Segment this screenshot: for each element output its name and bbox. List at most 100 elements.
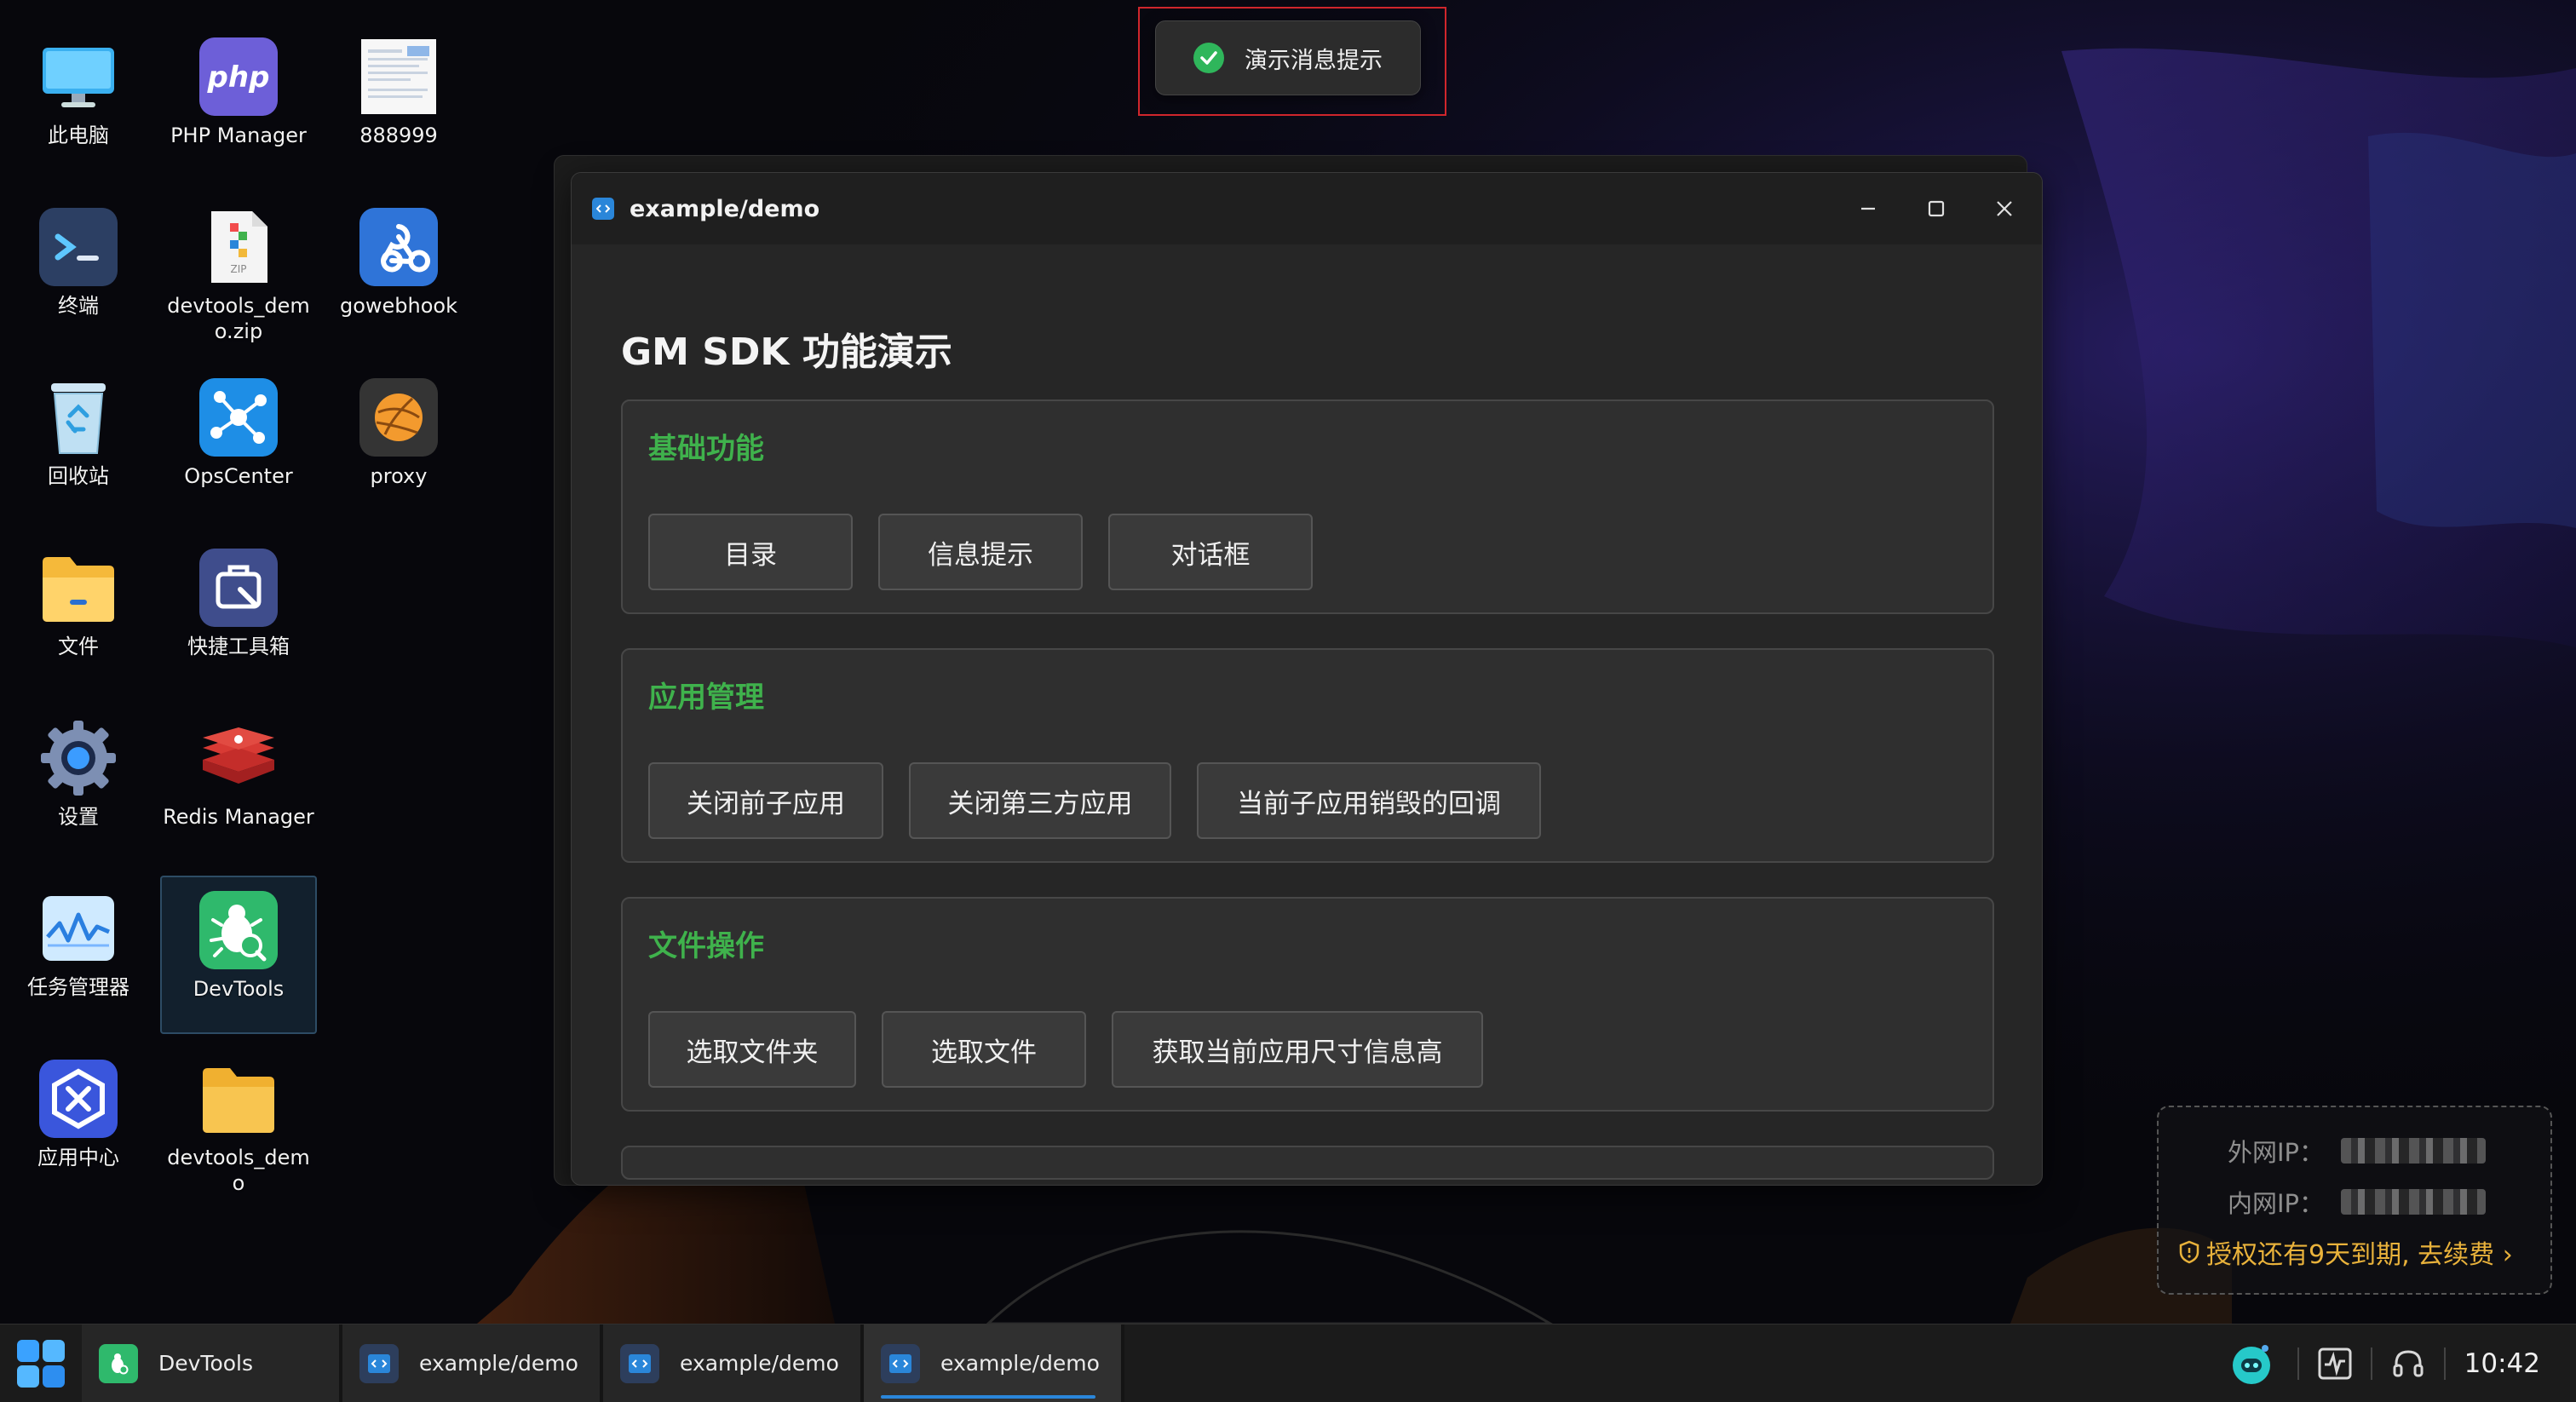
dialog-button[interactable]: 对话框 bbox=[1108, 514, 1313, 590]
close-button[interactable] bbox=[1987, 192, 2021, 226]
assistant-robot-icon[interactable] bbox=[2228, 1340, 2275, 1388]
code-window-icon bbox=[359, 1343, 399, 1383]
network-nodes-icon bbox=[199, 378, 278, 457]
window-content: GM SDK 功能演示 基础功能 目录 信息提示 对话框 应用管理 关闭前子应用… bbox=[572, 330, 2042, 1180]
desktop-icon-label: OpsCenter bbox=[184, 464, 293, 488]
external-ip-label: 外网IP： bbox=[2227, 1138, 2324, 1167]
folder-icon bbox=[39, 549, 118, 627]
desktop-icon-label: 终端 bbox=[58, 294, 99, 318]
desktop-icon-app-center[interactable]: 应用中心 bbox=[0, 1060, 157, 1170]
window-titlebar[interactable]: example/demo bbox=[572, 173, 2042, 244]
desktop-icon-devtools-demo-zip[interactable]: ZIP devtools_demo.zip bbox=[160, 208, 317, 344]
license-text: 授权还有9天到期, 去续费 › bbox=[2206, 1240, 2513, 1270]
tray-divider bbox=[2297, 1347, 2299, 1380]
shield-icon bbox=[2179, 1240, 2199, 1264]
desktop-icon-label: DevTools bbox=[193, 977, 285, 1001]
monitor-icon bbox=[39, 37, 118, 116]
taskbar-item-label: example/demo bbox=[940, 1351, 1100, 1376]
maximize-button[interactable] bbox=[1919, 192, 1953, 226]
system-tray: 10:42 bbox=[2228, 1324, 2576, 1402]
taskbar-item-label: example/demo bbox=[680, 1351, 839, 1376]
desktop-icon-settings[interactable]: 设置 bbox=[0, 719, 157, 830]
message-tip-button[interactable]: 信息提示 bbox=[878, 514, 1083, 590]
toast-message: 演示消息提示 bbox=[1245, 47, 1383, 74]
desktop-icon-recycle-bin[interactable]: 回收站 bbox=[0, 378, 157, 489]
desktop-icon-label: 设置 bbox=[58, 805, 99, 829]
taskbar-item-label: example/demo bbox=[419, 1351, 578, 1376]
desktop-icon-label: 快捷工具箱 bbox=[187, 635, 290, 658]
close-current-subapp-button[interactable]: 关闭前子应用 bbox=[648, 762, 883, 839]
license-renew-link[interactable]: 授权还有9天到期, 去续费 › bbox=[2179, 1233, 2513, 1271]
close-third-party-app-button[interactable]: 关闭第三方应用 bbox=[909, 762, 1171, 839]
desktop-icon-label: 回收站 bbox=[48, 464, 109, 488]
button-row: 选取文件夹 选取文件 获取当前应用尺寸信息高 bbox=[648, 1011, 1967, 1088]
network-info-widget: 外网IP： 内网IP： 授权还有9天到期, 去续费 › bbox=[2157, 1106, 2552, 1295]
internal-ip-row: 内网IP： bbox=[2228, 1184, 2486, 1220]
minimize-button[interactable] bbox=[1851, 192, 1885, 226]
desktop-icon-redis-manager[interactable]: Redis Manager bbox=[160, 719, 317, 830]
recycle-bin-icon bbox=[39, 378, 118, 457]
desktop-icon-label: 文件 bbox=[58, 635, 99, 658]
desktop-icon-opscenter[interactable]: OpsCenter bbox=[160, 378, 317, 489]
desktop-icon-terminal[interactable]: 终端 bbox=[0, 208, 157, 319]
get-app-size-info-button[interactable]: 获取当前应用尺寸信息高 bbox=[1112, 1011, 1483, 1088]
desktop-icon-files[interactable]: 文件 bbox=[0, 549, 157, 659]
section-title: 应用管理 bbox=[648, 681, 764, 715]
desktop-icon-devtools[interactable]: DevTools bbox=[160, 876, 317, 1034]
bug-icon bbox=[99, 1343, 138, 1383]
redis-icon bbox=[199, 719, 278, 797]
window-title: example/demo bbox=[630, 195, 820, 222]
internal-ip-label: 内网IP： bbox=[2227, 1189, 2324, 1218]
folder-icon bbox=[199, 1060, 278, 1138]
section-basic-features: 基础功能 目录 信息提示 对话框 bbox=[621, 399, 1994, 614]
desktop-icon-label: proxy bbox=[370, 464, 428, 488]
external-ip-value-blurred bbox=[2341, 1138, 2486, 1164]
button-row: 关闭前子应用 关闭第三方应用 当前子应用销毁的回调 bbox=[648, 762, 1967, 839]
start-grid-icon bbox=[17, 1339, 65, 1388]
desktop-icon-888999[interactable]: 888999 bbox=[320, 37, 477, 148]
tray-divider bbox=[2370, 1347, 2372, 1380]
start-button[interactable] bbox=[0, 1324, 82, 1402]
toolbox-icon bbox=[199, 549, 278, 627]
desktop-icon-toolbox[interactable]: 快捷工具箱 bbox=[160, 549, 317, 659]
taskbar-item-example-demo-3[interactable]: example/demo bbox=[864, 1324, 1124, 1402]
section-file-operations: 文件操作 选取文件夹 选取文件 获取当前应用尺寸信息高 bbox=[621, 897, 1994, 1112]
desktop-icon-proxy[interactable]: proxy bbox=[320, 378, 477, 489]
desktop-icon-label: PHP Manager bbox=[170, 124, 307, 147]
toast-notification: 演示消息提示 bbox=[1155, 20, 1421, 95]
gear-icon bbox=[39, 719, 118, 797]
desktop-icon-task-manager[interactable]: 任务管理器 bbox=[0, 889, 157, 1000]
button-row: 目录 信息提示 对话框 bbox=[648, 514, 1967, 590]
select-folder-button[interactable]: 选取文件夹 bbox=[648, 1011, 856, 1088]
webhook-icon bbox=[359, 208, 438, 286]
code-window-icon bbox=[881, 1343, 920, 1383]
system-clock[interactable]: 10:42 bbox=[2464, 1348, 2540, 1379]
desktop-icon-label: 任务管理器 bbox=[27, 975, 129, 999]
taskbar-item-example-demo-2[interactable]: example/demo bbox=[603, 1324, 864, 1402]
external-ip-row: 外网IP： bbox=[2228, 1133, 2486, 1169]
desktop-icon-label: 此电脑 bbox=[48, 124, 109, 147]
subapp-destroy-callback-button[interactable]: 当前子应用销毁的回调 bbox=[1197, 762, 1541, 839]
svg-text:php: php bbox=[207, 60, 270, 95]
taskbar-item-example-demo-1[interactable]: example/demo bbox=[342, 1324, 603, 1402]
desktop-icon-php-manager[interactable]: php PHP Manager bbox=[160, 37, 317, 148]
desktop-icon-label: 应用中心 bbox=[37, 1146, 119, 1169]
ball-icon bbox=[359, 378, 438, 457]
section-title: 文件操作 bbox=[648, 929, 764, 963]
desktop-icon-gowebhook[interactable]: gowebhook bbox=[320, 208, 477, 319]
performance-monitor-icon[interactable] bbox=[2318, 1347, 2352, 1380]
headset-support-icon[interactable] bbox=[2391, 1347, 2425, 1381]
section-partial bbox=[621, 1146, 1994, 1180]
section-title: 基础功能 bbox=[648, 432, 764, 466]
desktop-icon-devtools-demo-folder[interactable]: devtools_demo bbox=[160, 1060, 317, 1196]
app-window: example/demo GM SDK 功能演示 基础功能 目录 信息提示 对话… bbox=[571, 172, 2043, 1186]
directory-button[interactable]: 目录 bbox=[648, 514, 853, 590]
check-circle-icon bbox=[1193, 43, 1224, 73]
desktop-icon-label: devtools_demo bbox=[167, 1146, 310, 1195]
select-file-button[interactable]: 选取文件 bbox=[882, 1011, 1086, 1088]
code-window-icon bbox=[592, 198, 614, 220]
taskbar-item-label: DevTools bbox=[158, 1351, 254, 1376]
taskbar: DevTools example/demo example/demo examp… bbox=[0, 1324, 2576, 1402]
taskbar-item-devtools[interactable]: DevTools bbox=[82, 1324, 342, 1402]
desktop-icon-this-pc[interactable]: 此电脑 bbox=[0, 37, 157, 148]
